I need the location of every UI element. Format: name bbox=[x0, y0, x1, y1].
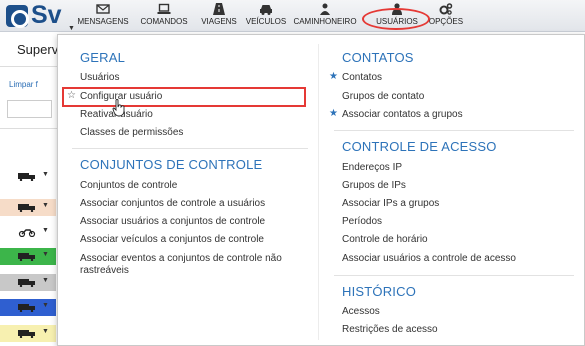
star-filled-icon[interactable]: ★ bbox=[329, 108, 338, 119]
vehicle-row[interactable]: ▼ bbox=[0, 168, 56, 185]
caret-down-icon[interactable]: ▼ bbox=[42, 277, 49, 284]
divider bbox=[334, 130, 574, 131]
menu-item-associar-contatos-grupos[interactable]: Associar contatos a grupos bbox=[342, 109, 463, 120]
menu-item-acessos[interactable]: Acessos bbox=[342, 306, 380, 317]
menu-item-associar-ips-grupos[interactable]: Associar IPs a grupos bbox=[342, 198, 439, 209]
divider bbox=[72, 148, 308, 149]
column-separator bbox=[318, 44, 319, 340]
truck-icon bbox=[18, 279, 35, 287]
motorcycle-icon bbox=[18, 229, 36, 237]
divider bbox=[334, 275, 574, 276]
configurar-usuario-highlight bbox=[62, 87, 306, 107]
nav-label: CAMINHONEIRO bbox=[293, 17, 357, 26]
usuarios-highlight-ellipse bbox=[362, 8, 430, 30]
star-filled-icon[interactable]: ★ bbox=[329, 71, 338, 82]
section-title-historico: HISTÓRICO bbox=[342, 284, 417, 299]
nav-label: VEÍCULOS bbox=[245, 17, 287, 26]
nav-label: COMANDOS bbox=[140, 17, 188, 26]
caret-down-icon[interactable]: ▼ bbox=[42, 202, 49, 209]
car-icon bbox=[260, 5, 272, 15]
nav-opcoes[interactable]: OPÇÕES bbox=[426, 3, 466, 31]
nav-caminhoneiro[interactable]: CAMINHONEIRO bbox=[291, 3, 359, 31]
menu-item-grupos-ips[interactable]: Grupos de IPs bbox=[342, 180, 406, 191]
menu-item-controle-horario[interactable]: Controle de horário bbox=[342, 234, 428, 245]
truck-icon bbox=[18, 173, 35, 181]
logo-text: Sv bbox=[31, 1, 62, 29]
menu-item-classes-permissoes[interactable]: Classes de permissões bbox=[80, 127, 183, 138]
envelope-icon bbox=[96, 4, 110, 14]
trucker-icon bbox=[320, 3, 330, 15]
nav-veiculos[interactable]: VEÍCULOS bbox=[244, 3, 288, 31]
caret-down-icon[interactable]: ▼ bbox=[42, 171, 49, 178]
clear-filters-link[interactable]: Limpar f bbox=[9, 80, 38, 89]
section-title-controle-acesso: CONTROLE DE ACESSO bbox=[342, 139, 497, 154]
nav-label: OPÇÕES bbox=[428, 17, 464, 26]
section-title-geral: GERAL bbox=[80, 50, 126, 65]
caret-down-icon[interactable]: ▼ bbox=[68, 25, 75, 32]
vehicle-row[interactable]: ▼ bbox=[0, 248, 56, 265]
menu-item-contatos[interactable]: Contatos bbox=[342, 72, 382, 83]
caret-down-icon[interactable]: ▼ bbox=[42, 302, 49, 309]
menu-item-associar-eventos-conjuntos[interactable]: Associar eventos a conjuntos de controle… bbox=[80, 253, 290, 277]
app-logo[interactable]: Sv ▼ bbox=[6, 1, 75, 32]
divider bbox=[0, 128, 60, 129]
nav-label: MENSAGENS bbox=[77, 17, 129, 26]
vehicle-row[interactable]: ▼ bbox=[0, 274, 56, 291]
gears-icon bbox=[439, 3, 453, 15]
menu-item-enderecos-ip[interactable]: Endereços IP bbox=[342, 162, 402, 173]
logo-icon bbox=[6, 5, 29, 28]
caret-down-icon[interactable]: ▼ bbox=[42, 251, 49, 258]
menu-item-grupos-contato[interactable]: Grupos de contato bbox=[342, 91, 424, 102]
laptop-icon bbox=[157, 3, 171, 14]
section-title-contatos: CONTATOS bbox=[342, 50, 414, 65]
menu-item-associar-veiculos-conjuntos[interactable]: Associar veículos a conjuntos de control… bbox=[80, 234, 264, 245]
nav-label: VIAGENS bbox=[201, 17, 237, 26]
menu-item-periodos[interactable]: Períodos bbox=[342, 216, 382, 227]
top-navbar: Sv ▼ MENSAGENS COMANDOS VIAGENS VEÍCULOS… bbox=[0, 0, 585, 32]
caret-down-icon[interactable]: ▼ bbox=[42, 328, 49, 335]
page-title: Superv bbox=[17, 42, 59, 57]
truck-icon bbox=[18, 204, 35, 212]
menu-item-associar-conjuntos-usuarios[interactable]: Associar conjuntos de controle a usuário… bbox=[80, 198, 265, 209]
truck-icon bbox=[18, 330, 35, 338]
vehicle-row[interactable]: ▼ bbox=[0, 224, 56, 241]
truck-icon bbox=[18, 304, 35, 312]
nav-viagens[interactable]: VIAGENS bbox=[197, 3, 241, 31]
menu-item-associar-usuarios-conjuntos[interactable]: Associar usuários a conjuntos de control… bbox=[80, 216, 265, 227]
section-title-conjuntos: CONJUNTOS DE CONTROLE bbox=[80, 157, 263, 172]
nav-mensagens[interactable]: MENSAGENS bbox=[76, 3, 130, 31]
road-icon bbox=[213, 3, 225, 15]
divider bbox=[0, 66, 60, 67]
menu-item-conjuntos-controle[interactable]: Conjuntos de controle bbox=[80, 180, 177, 191]
hand-cursor-icon bbox=[112, 99, 125, 117]
vehicle-row[interactable]: ▼ bbox=[0, 325, 56, 342]
vehicle-row[interactable]: ▼ bbox=[0, 199, 56, 216]
filter-input[interactable] bbox=[7, 100, 52, 118]
vehicle-row[interactable]: ▼ bbox=[0, 299, 56, 316]
menu-item-usuarios[interactable]: Usuários bbox=[80, 72, 119, 83]
menu-item-restricoes-acesso[interactable]: Restrições de acesso bbox=[342, 324, 438, 335]
nav-comandos[interactable]: COMANDOS bbox=[138, 3, 190, 31]
caret-down-icon[interactable]: ▼ bbox=[42, 227, 49, 234]
truck-icon bbox=[18, 253, 35, 261]
menu-item-associar-usuarios-controle-acesso[interactable]: Associar usuários a controle de acesso bbox=[342, 253, 516, 264]
